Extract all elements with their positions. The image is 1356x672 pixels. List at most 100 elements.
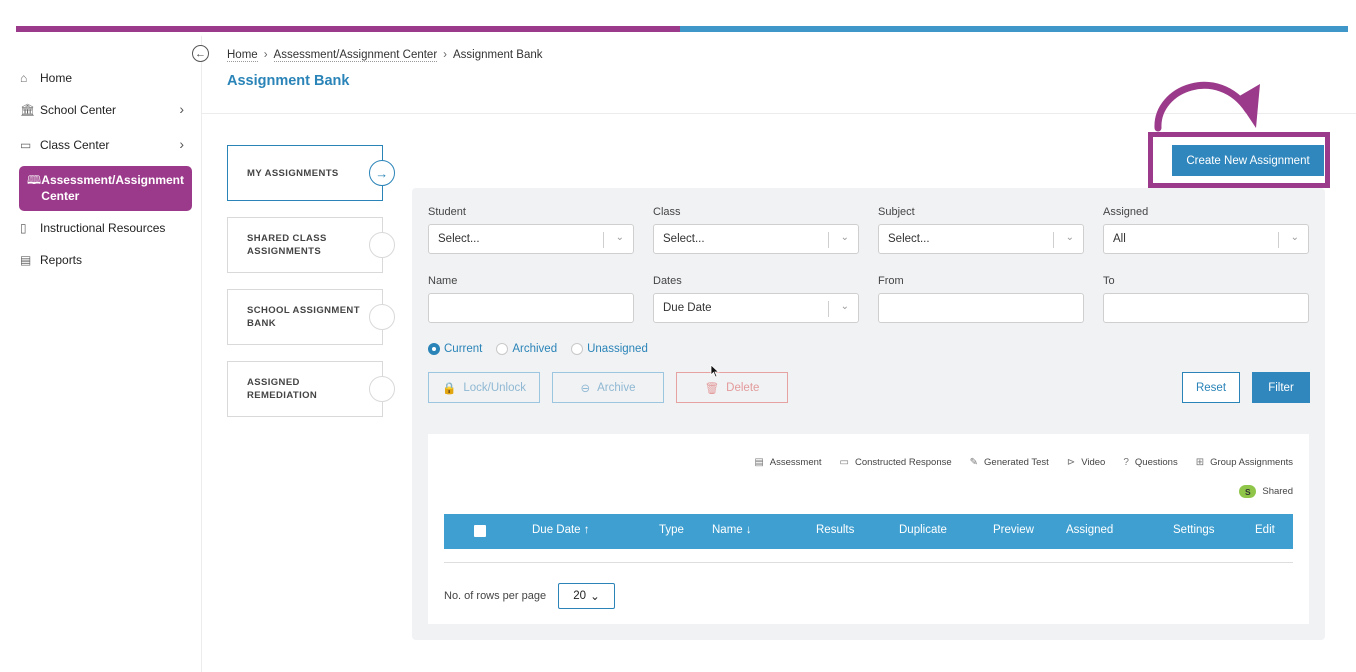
select-divider	[1278, 232, 1279, 248]
sidebar-item-label: Instructional Resources	[40, 221, 166, 235]
column-header-settings[interactable]: Settings	[1173, 524, 1215, 536]
tab-indicator-circle	[369, 232, 395, 258]
sidebar-item-label: School Center	[40, 103, 117, 117]
sidebar	[0, 36, 202, 672]
sidebar-item-reports[interactable]: ▤ Reports	[20, 253, 192, 267]
tab-assigned-remediation[interactable]: ASSIGNED REMEDIATION	[227, 361, 395, 417]
student-label: Student	[428, 206, 466, 218]
sidebar-item-home[interactable]: ⌂ Home	[20, 71, 192, 85]
student-select-value: Select...	[438, 233, 480, 245]
tab-my-assignments[interactable]: MY ASSIGNMENTS →	[227, 145, 395, 201]
create-new-assignment-button[interactable]: Create New Assignment	[1172, 145, 1324, 176]
radio-label: Archived	[512, 343, 558, 355]
legend-assessment: ▤ Assessment	[754, 457, 821, 468]
column-header-duplicate[interactable]: Duplicate	[899, 524, 947, 536]
column-header-results[interactable]: Results	[816, 524, 854, 536]
filter-button[interactable]: Filter	[1252, 372, 1310, 403]
group-icon: ⊞	[1195, 457, 1205, 468]
class-select[interactable]: Select... ⌄	[653, 224, 859, 254]
class-label: Class	[653, 206, 681, 218]
collapse-sidebar-button[interactable]: ←	[192, 45, 209, 62]
radio-button[interactable]	[571, 343, 584, 355]
lock-icon: 🔒	[442, 382, 457, 395]
sidebar-item-class-center[interactable]: ▭ Class Center ›	[20, 136, 192, 152]
legend-generated-test: ✎ Generated Test	[970, 457, 1049, 468]
radio-button-selected[interactable]	[428, 343, 440, 355]
chevron-down-icon: ⌄	[615, 232, 624, 243]
radio-archived[interactable]: Archived	[496, 343, 557, 355]
subject-select-value: Select...	[888, 233, 930, 245]
column-header-preview[interactable]: Preview	[993, 524, 1034, 536]
arrow-right-icon: →	[369, 160, 395, 186]
tab-label: ASSIGNED REMEDIATION	[247, 377, 318, 401]
radio-current[interactable]: Current	[428, 343, 482, 355]
delete-button[interactable]: 🗑 Delete	[676, 372, 788, 403]
sidebar-item-label: Class Center	[40, 138, 110, 152]
chevron-right-icon: ›	[443, 49, 447, 61]
tab-shared-class-assignments[interactable]: SHARED CLASS ASSIGNMENTS	[227, 217, 395, 273]
class-select-value: Select...	[663, 233, 705, 245]
sort-ascending-icon: ↑	[583, 524, 590, 536]
column-header-assigned[interactable]: Assigned	[1066, 524, 1113, 536]
resources-icon: ▯	[20, 221, 27, 235]
rows-per-page-select[interactable]: 20 ⌄	[558, 583, 615, 609]
lock-unlock-label: Lock/Unlock	[463, 381, 526, 394]
dates-select[interactable]: Due Date ⌄	[653, 293, 859, 323]
breadcrumb-home-link[interactable]: Home	[227, 49, 258, 62]
chevron-down-icon: ⌄	[1065, 232, 1074, 243]
home-icon: ⌂	[20, 71, 28, 85]
dates-label: Dates	[653, 275, 682, 287]
assigned-label: Assigned	[1103, 206, 1149, 218]
top-accent-bar-purple	[16, 26, 680, 32]
radio-button[interactable]	[496, 343, 509, 355]
name-input[interactable]	[428, 293, 634, 323]
chevron-right-icon: ›	[179, 101, 184, 117]
rows-per-page-value: 20	[573, 590, 587, 602]
tab-school-assignment-bank[interactable]: SCHOOL ASSIGNMENT BANK	[227, 289, 395, 345]
select-all-checkbox[interactable]	[474, 525, 486, 537]
from-date-input[interactable]	[878, 293, 1084, 323]
legend-questions: ? Questions	[1123, 457, 1177, 468]
legend-video: ⊳ Video	[1067, 457, 1106, 468]
arrow-left-icon: ←	[195, 47, 206, 60]
archive-button[interactable]: ⊖ Archive	[552, 372, 664, 403]
app-root: ← ⌂ Home 🏛 School Center › ▭ Class Cente…	[0, 0, 1356, 672]
sidebar-item-instructional-resources[interactable]: ▯ Instructional Resources	[20, 221, 192, 235]
results-panel: ▤ Assessment ▭ Constructed Response ✎ Gener…	[428, 434, 1309, 624]
archive-label: Archive	[597, 381, 636, 394]
rows-per-page-label: No. of rows per page	[444, 590, 547, 602]
tab-indicator-circle	[369, 376, 395, 402]
legend-label: Group Assignments	[1210, 457, 1293, 468]
radio-unassigned[interactable]: Unassigned	[571, 343, 648, 355]
chevron-right-icon: ›	[263, 49, 268, 61]
breadcrumb: Home › Assessment/Assignment Center › As…	[227, 49, 543, 62]
sidebar-item-school-center[interactable]: 🏛 School Center ›	[20, 101, 192, 117]
edit-document-icon: ✎	[969, 457, 979, 468]
column-header-type[interactable]: Type	[659, 524, 684, 536]
column-header-name[interactable]: Name ↓	[712, 524, 752, 536]
legend-shared: S Shared	[1239, 485, 1293, 498]
assigned-select[interactable]: All ⌄	[1103, 224, 1309, 254]
tab-indicator-circle	[369, 304, 395, 330]
name-label: Name	[428, 275, 458, 287]
subject-select[interactable]: Select... ⌄	[878, 224, 1084, 254]
select-divider	[828, 301, 829, 317]
legend-label: Assessment	[769, 457, 822, 468]
top-accent-bar-blue	[680, 26, 1348, 32]
select-divider	[1053, 232, 1054, 248]
page-title: Assignment Bank	[227, 73, 350, 89]
legend-label: Shared	[1262, 486, 1293, 497]
radio-label: Current	[444, 343, 483, 355]
column-header-edit[interactable]: Edit	[1255, 524, 1275, 536]
column-header-due-date[interactable]: Due Date ↑	[532, 524, 590, 536]
reports-icon: ▤	[20, 253, 32, 267]
student-select[interactable]: Select... ⌄	[428, 224, 634, 254]
to-date-input[interactable]	[1103, 293, 1309, 323]
sidebar-item-label: Assessment/Assignment Center	[41, 173, 184, 203]
table-header: Due Date ↑ Type Name ↓ Results Duplicate…	[444, 514, 1293, 549]
lock-unlock-button[interactable]: 🔒 Lock/Unlock	[428, 372, 540, 403]
select-divider	[603, 232, 604, 248]
sidebar-item-assessment-center[interactable]: 🕮 Assessment/Assignment Center	[19, 166, 192, 211]
breadcrumb-center-link[interactable]: Assessment/Assignment Center	[273, 49, 438, 62]
reset-button[interactable]: Reset	[1182, 372, 1240, 403]
